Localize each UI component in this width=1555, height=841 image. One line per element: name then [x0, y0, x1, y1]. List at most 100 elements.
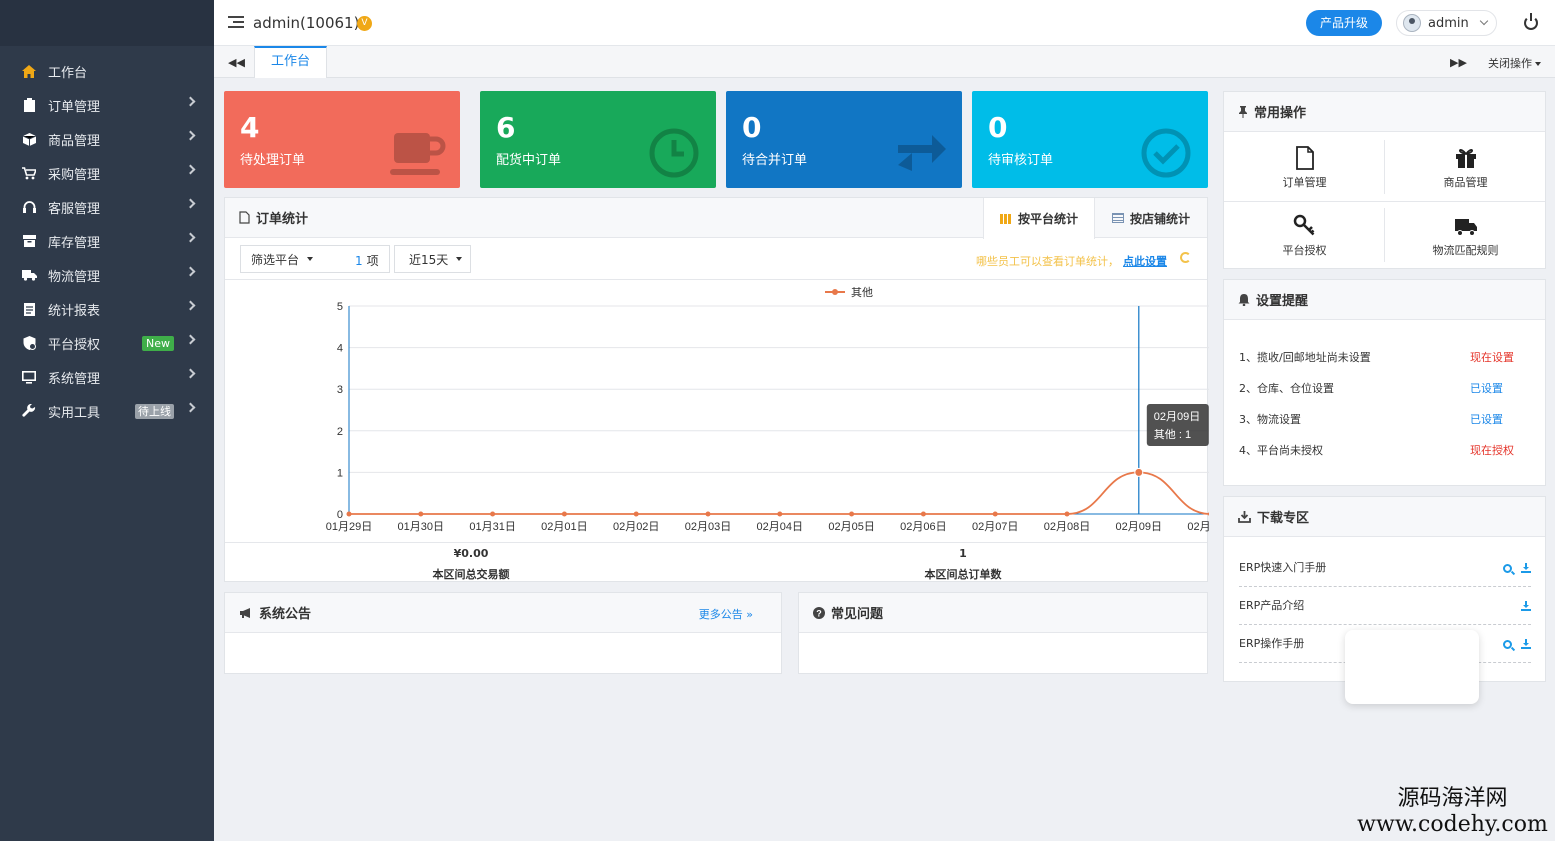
stat-label: 待合并订单	[742, 153, 808, 168]
reminder-action-link[interactable]: 现在设置	[1470, 349, 1514, 365]
account-title: admin(10061)	[253, 14, 360, 32]
sidebar-item-1[interactable]: 订单管理	[0, 88, 214, 122]
preview-icon[interactable]	[1503, 563, 1512, 573]
x-tick-label: 02月07日	[972, 521, 1018, 533]
table-icon	[1111, 213, 1124, 223]
tab-scroll-left-icon[interactable]: ◀◀	[228, 56, 245, 69]
download-icon[interactable]	[1521, 563, 1531, 573]
highlighted-point	[1134, 467, 1144, 477]
divider	[1384, 140, 1385, 194]
sidebar-item-0[interactable]: 工作台	[0, 46, 214, 88]
tab-by-platform-label: 按平台统计	[1017, 212, 1078, 226]
sidebar-item-label: 库存管理	[48, 235, 101, 251]
topbar: admin(10061) V 产品升级 admin	[214, 0, 1555, 46]
y-tick-label: 1	[337, 467, 343, 479]
bar-chart-icon	[999, 213, 1012, 224]
sidebar-item-3[interactable]: 采购管理	[0, 156, 214, 190]
stat-card-pending[interactable]: 4 待处理订单	[224, 91, 460, 188]
more-announcements-link[interactable]: 更多公告 »	[699, 606, 753, 622]
reminder-row: 4、平台尚未授权 现在授权	[1239, 442, 1519, 458]
stat-card-review[interactable]: 0 待审核订单	[972, 91, 1208, 188]
data-point	[849, 511, 855, 517]
truck-icon	[20, 268, 38, 282]
key-icon	[1293, 214, 1314, 236]
user-menu[interactable]: admin	[1396, 10, 1497, 36]
question-circle-icon: ?	[813, 606, 825, 619]
order-filter-row: 筛选平台 1项 近15天 哪些员工可以查看订单统计， 点此设置	[225, 238, 1207, 280]
upgrade-button[interactable]: 产品升级	[1306, 10, 1382, 36]
data-point	[1208, 511, 1214, 517]
sidebar-item-label: 工作台	[48, 65, 88, 81]
pin-icon	[1238, 105, 1248, 118]
refresh-icon[interactable]	[1180, 252, 1191, 263]
download-icon[interactable]	[1521, 639, 1531, 649]
watermark-line-1: 源码海洋网	[1397, 786, 1508, 811]
sidebar-item-9[interactable]: 系统管理	[0, 360, 214, 394]
data-point	[777, 511, 783, 517]
download-icon[interactable]	[1521, 601, 1531, 611]
caret-down-icon	[307, 257, 314, 261]
data-point	[705, 511, 711, 517]
sidebar-item-4[interactable]: 客服管理	[0, 190, 214, 224]
op-logistics-rules[interactable]: 物流匹配规则	[1385, 202, 1546, 270]
op-platform-auth[interactable]: 平台授权	[1224, 202, 1385, 270]
op-label: 商品管理	[1443, 176, 1488, 189]
data-point	[992, 511, 998, 517]
faq-header: ? 常见问题	[799, 593, 1207, 633]
series-line	[349, 471, 1211, 515]
sidebar-item-6[interactable]: 物流管理	[0, 258, 214, 292]
check-circle-icon	[1141, 128, 1191, 178]
megaphone-icon	[239, 607, 253, 619]
chevron-right-icon	[185, 334, 196, 345]
sidebar-item-7[interactable]: 统计报表	[0, 292, 214, 326]
platform-filter-label: 筛选平台	[251, 252, 300, 267]
legend-label: 其他	[851, 286, 873, 299]
chevron-right-icon	[185, 96, 196, 107]
sidebar-logo-strip	[0, 0, 214, 46]
floating-widget[interactable]	[1345, 630, 1479, 704]
data-point	[633, 511, 639, 517]
close-operations-dropdown[interactable]: 关闭操作	[1488, 55, 1541, 71]
summary-orders-label: 本区间总订单数	[924, 568, 1002, 581]
x-tick-label: 01月30日	[398, 521, 444, 533]
op-order-management[interactable]: 订单管理	[1224, 134, 1385, 202]
platform-filter-select[interactable]: 筛选平台 1项	[240, 245, 390, 273]
stat-card-merge[interactable]: 0 待合并订单	[726, 91, 962, 188]
y-tick-label: 3	[337, 384, 343, 396]
svg-text:?: ?	[816, 608, 822, 618]
chevron-right-icon	[185, 368, 196, 379]
platform-count-unit: 项	[366, 254, 379, 268]
stat-value: 4	[240, 111, 260, 144]
menu-toggle-icon[interactable]	[228, 16, 244, 30]
headset-icon	[20, 200, 38, 214]
stat-card-picking[interactable]: 6 配货中订单	[480, 91, 716, 188]
tab-workbench[interactable]: 工作台	[254, 46, 327, 78]
sidebar-item-2[interactable]: 商品管理	[0, 122, 214, 156]
sidebar-item-5[interactable]: 库存管理	[0, 224, 214, 258]
preview-icon[interactable]	[1503, 639, 1512, 649]
power-icon[interactable]	[1524, 13, 1538, 30]
monitor-icon	[20, 370, 38, 384]
tab-by-shop[interactable]: 按店铺统计	[1095, 198, 1207, 238]
chevron-right-icon	[185, 130, 196, 141]
reminder-action-link[interactable]: 已设置	[1470, 380, 1503, 396]
tab-by-shop-label: 按店铺统计	[1129, 211, 1190, 226]
box-icon	[20, 234, 38, 248]
op-product-management[interactable]: 商品管理	[1385, 134, 1546, 202]
tab-scroll-right-icon[interactable]: ▶▶	[1450, 56, 1467, 69]
reminder-text: 2、仓库、仓位设置	[1239, 382, 1334, 395]
reminder-action-link[interactable]: 已设置	[1470, 411, 1503, 427]
reminder-action-link[interactable]: 现在授权	[1470, 442, 1514, 458]
platform-count-value: 1	[355, 254, 363, 268]
data-point	[920, 511, 926, 517]
sidebar-item-8[interactable]: 平台授权 New	[0, 326, 214, 360]
tab-by-platform[interactable]: 按平台统计	[983, 198, 1095, 239]
chevron-right-icon	[185, 232, 196, 243]
document-icon	[1295, 146, 1314, 170]
clipboard-icon	[20, 98, 38, 112]
permission-settings-link[interactable]: 点此设置	[1123, 255, 1167, 268]
vip-badge-icon: V	[357, 16, 372, 31]
y-tick-label: 5	[337, 301, 343, 313]
sidebar-item-10[interactable]: 实用工具 待上线	[0, 394, 214, 428]
date-range-select[interactable]: 近15天	[394, 245, 471, 273]
